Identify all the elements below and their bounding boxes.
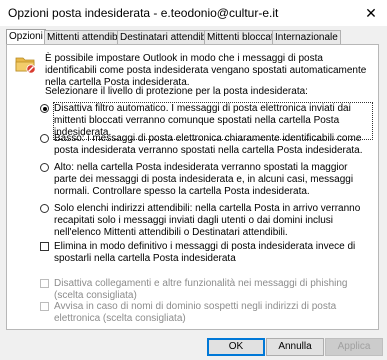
tab-internazionale[interactable]: Internazionale (272, 30, 341, 44)
title-bar: Opzioni posta indesiderata - e.teodonio@… (0, 0, 387, 26)
checkbox-warn-suspicious-domains[interactable]: Avvisa in caso di nomi di dominio sospet… (40, 301, 372, 327)
ok-button[interactable]: OK (207, 338, 265, 356)
checkbox-label: Disattiva collegamenti e altre funzional… (54, 278, 348, 301)
checkbox[interactable] (40, 242, 49, 251)
tab-mittenti-attendibili[interactable]: Mittenti attendibili (44, 30, 128, 44)
options-panel: È possibile impostare Outlook in modo ch… (6, 44, 379, 330)
window-title: Opzioni posta indesiderata - e.teodonio@… (8, 6, 279, 20)
checkbox-delete-permanently[interactable]: Elimina in modo definitivo i messaggi di… (40, 241, 372, 267)
intro-text: È possibile impostare Outlook in modo ch… (45, 53, 367, 88)
radio-option-label: Solo elenchi indirizzi attendibili: nell… (54, 203, 361, 238)
protection-level-label: Selezionare il livello di protezione per… (45, 86, 308, 97)
tab-opzioni[interactable]: Opzioni (6, 29, 46, 45)
radio-option-safe-lists-only[interactable]: Solo elenchi indirizzi attendibili: nell… (40, 203, 372, 241)
radio-option-label: Basso: i messaggi di posta elettronica c… (54, 133, 363, 156)
radio-option-no-filter[interactable]: Disattiva filtro automatico. I messaggi … (40, 102, 373, 140)
checkbox[interactable] (40, 279, 49, 288)
tab-mittenti-bloccati[interactable]: Mittenti bloccati (204, 30, 279, 44)
radio-button[interactable] (40, 163, 49, 172)
radio-option-low[interactable]: Basso: i messaggi di posta elettronica c… (40, 133, 372, 159)
apply-button[interactable]: Applica (325, 338, 383, 356)
junk-mail-folder-icon (15, 57, 36, 74)
cancel-button[interactable]: Annulla (266, 338, 324, 356)
radio-button[interactable] (40, 104, 49, 113)
checkbox[interactable] (40, 302, 49, 311)
checkbox-disable-phishing-links[interactable]: Disattiva collegamenti e altre funzional… (40, 278, 372, 301)
checkbox-label: Elimina in modo definitivo i messaggi di… (54, 241, 356, 264)
close-icon[interactable]: ✕ (355, 0, 387, 26)
radio-option-label: Alto: nella cartella Posta indesiderata … (54, 162, 354, 197)
checkbox-label: Avvisa in caso di nomi di dominio sospet… (54, 301, 337, 324)
tab-destinatari-attendibili[interactable]: Destinatari attendibili (117, 30, 216, 44)
radio-option-high[interactable]: Alto: nella cartella Posta indesiderata … (40, 162, 372, 200)
radio-button[interactable] (40, 134, 49, 143)
radio-button[interactable] (40, 204, 49, 213)
